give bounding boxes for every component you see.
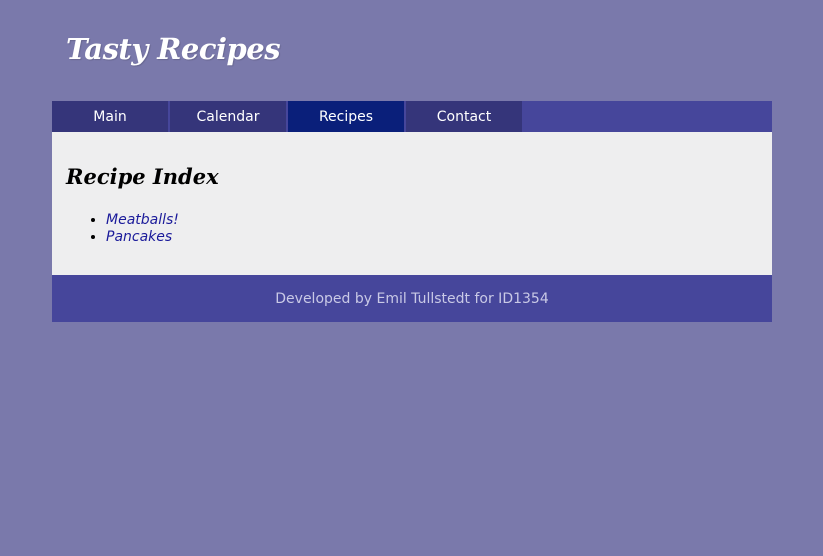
footer: Developed by Emil Tullstedt for ID1354	[52, 275, 772, 322]
recipe-list: Meatballs! Pancakes	[92, 212, 179, 246]
nav-item-main[interactable]: Main	[52, 101, 168, 132]
content-panel: Recipe Index Meatballs! Pancakes	[52, 132, 772, 275]
nav-item-recipes[interactable]: Recipes	[288, 101, 404, 132]
footer-text: Developed by Emil Tullstedt for ID1354	[275, 290, 549, 307]
site-title: Tasty Recipes	[66, 32, 281, 66]
nav-item-contact[interactable]: Contact	[406, 101, 522, 132]
list-item: Meatballs!	[106, 212, 179, 229]
list-item: Pancakes	[106, 229, 179, 246]
recipe-link-meatballs[interactable]: Meatballs!	[106, 212, 179, 228]
page-heading: Recipe Index	[66, 164, 219, 189]
nav-item-calendar[interactable]: Calendar	[170, 101, 286, 132]
main-nav: Main Calendar Recipes Contact	[52, 101, 772, 132]
recipe-link-pancakes[interactable]: Pancakes	[106, 229, 172, 245]
